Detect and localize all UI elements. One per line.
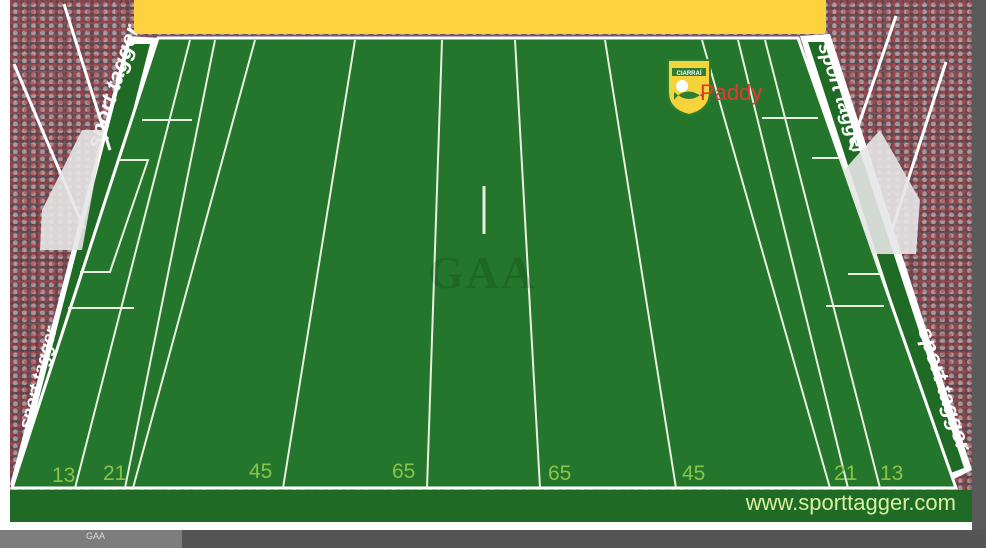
footer-gaa-label: GAA xyxy=(86,531,106,541)
crest-text: CIARRAÍ xyxy=(677,69,702,77)
gaa-watermark: GAA xyxy=(428,247,537,298)
pitch-screen: sport tagger sport tagger sport tagger s… xyxy=(0,0,986,548)
marker-13-left: 13 xyxy=(52,464,75,487)
header-bar xyxy=(134,0,826,34)
marker-21-right: 21 xyxy=(834,462,857,485)
marker-21-left: 21 xyxy=(103,462,126,485)
marker-65-left: 65 xyxy=(392,460,415,483)
player-name-label[interactable]: Paddy xyxy=(700,80,762,106)
marker-45-right: 45 xyxy=(682,462,705,485)
marker-13-right: 13 xyxy=(880,462,903,485)
website-url[interactable]: www.sporttagger.com xyxy=(746,490,956,516)
marker-45-left: 45 xyxy=(249,460,272,483)
marker-65-right: 65 xyxy=(548,462,571,485)
